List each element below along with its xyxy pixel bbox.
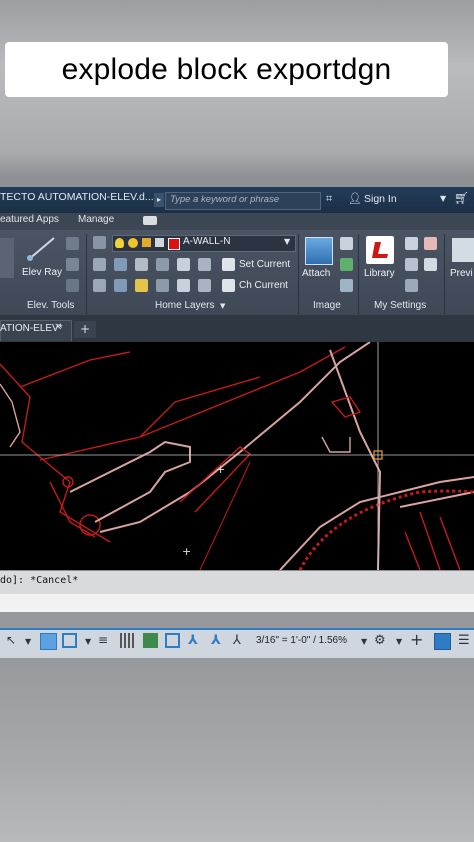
preview-icon[interactable] — [452, 238, 474, 262]
panel-toggle-icon[interactable] — [143, 216, 157, 225]
elev-ray-icon[interactable] — [24, 234, 60, 264]
svg-text:+: + — [182, 545, 191, 558]
search-placeholder: Type a keyword or phrase — [170, 194, 280, 205]
snap-icon[interactable]: ↖ — [6, 633, 21, 648]
search-input[interactable]: Type a keyword or phrase — [165, 192, 321, 210]
image-tool-icon[interactable] — [340, 258, 353, 271]
panel-divider — [86, 234, 87, 314]
annotation-visibility-icon[interactable]: ⅄ — [211, 633, 226, 648]
layer-tool-icon[interactable] — [156, 258, 169, 271]
layer-properties-icon[interactable] — [93, 236, 106, 249]
set-current-button[interactable]: Set Current — [239, 259, 290, 270]
caption-banner: explode block exportdgn — [5, 42, 448, 97]
my-settings-panel-label: My Settings — [374, 300, 427, 311]
preview-button[interactable]: Previ — [450, 268, 473, 279]
layer-tool-icon[interactable] — [93, 258, 106, 271]
plot-icon[interactable] — [155, 238, 164, 247]
panel-divider — [444, 234, 445, 314]
sun-icon[interactable] — [128, 238, 138, 248]
image-panel-label: Image — [313, 300, 341, 311]
library-button[interactable]: Library — [364, 268, 395, 279]
binoculars-icon[interactable]: ⌗ — [326, 192, 332, 206]
layer-tool-icon[interactable] — [156, 279, 169, 292]
settings-tool-icon[interactable] — [405, 258, 418, 271]
gear-icon[interactable]: ⚙ — [374, 633, 389, 648]
ui-lock-icon[interactable] — [434, 633, 451, 650]
layer-tool-icon[interactable] — [114, 258, 127, 271]
layer-tool-icon[interactable] — [114, 279, 127, 292]
elev-tools-panel-label: Elev. Tools — [27, 300, 75, 311]
new-tab-button[interactable]: + — [74, 321, 96, 338]
image-tool-icon[interactable] — [340, 279, 353, 292]
gear-icon[interactable] — [405, 237, 418, 250]
elev-tool-icon-2[interactable] — [66, 258, 79, 271]
command-input-area[interactable] — [0, 594, 474, 612]
chevron-down-icon[interactable]: ▼ — [396, 637, 411, 652]
image-tool-icon[interactable] — [340, 237, 353, 250]
ribbon-tab-bar — [0, 213, 474, 230]
elev-ray-label[interactable]: Elev Ray — [22, 267, 62, 278]
panel-divider — [298, 234, 299, 314]
object-snap-icon[interactable] — [62, 633, 77, 648]
settings-tool-icon[interactable] — [405, 279, 418, 292]
transparency-icon[interactable] — [120, 633, 135, 648]
close-icon[interactable]: ✕ — [54, 322, 62, 333]
layer-tool-icon[interactable] — [198, 279, 211, 292]
command-history-text: do]: *Cancel* — [0, 575, 79, 586]
tab-manage[interactable]: Manage — [78, 214, 114, 225]
chevron-down-icon[interactable]: ▼ — [440, 194, 446, 203]
settings-tool-icon[interactable] — [424, 258, 437, 271]
lock-icon[interactable] — [142, 238, 151, 247]
plus-icon[interactable]: + — [410, 630, 425, 649]
svg-text:+: + — [216, 463, 225, 476]
sign-in-button[interactable]: Sign In — [364, 193, 397, 205]
ch-current-button[interactable]: Ch Current — [239, 280, 288, 291]
autoscale-icon[interactable]: ⅄ — [233, 633, 248, 648]
layer-tool-icon[interactable] — [135, 279, 148, 292]
cart-icon[interactable]: 🛒︎ — [454, 191, 469, 205]
layer-tool-icon[interactable] — [93, 279, 106, 292]
ch-current-icon[interactable] — [222, 279, 235, 292]
layer-tool-icon[interactable] — [135, 258, 148, 271]
caption-text: explode block exportdgn — [61, 52, 392, 86]
panel-divider — [358, 234, 359, 314]
chevron-down-icon[interactable]: ▼ — [220, 302, 225, 310]
attach-button[interactable]: Attach — [302, 268, 330, 279]
window-title: TECTO AUTOMATION-ELEV.d... — [0, 191, 154, 203]
layer-tool-icon[interactable] — [198, 258, 211, 271]
user-icon[interactable]: 👤︎ — [348, 192, 362, 205]
layer-tool-icon[interactable] — [177, 279, 190, 292]
set-current-icon[interactable] — [222, 258, 235, 271]
tab-featured-apps[interactable]: eatured Apps — [0, 214, 59, 225]
chevron-down-icon[interactable]: ▼ — [284, 237, 290, 246]
ribbon-left-stub — [0, 238, 14, 278]
lineweight-icon[interactable]: ≡ — [98, 633, 113, 648]
layer-tool-icon[interactable] — [177, 258, 190, 271]
attach-image-icon[interactable] — [305, 237, 333, 265]
drawing-canvas[interactable]: + + — [0, 342, 474, 570]
annotation-scale[interactable]: 3/16" = 1'-0" / 1.56% — [256, 635, 347, 646]
home-layers-panel-label: Home Layers — [155, 300, 215, 311]
3d-osnap-icon[interactable] — [165, 633, 180, 648]
dynamic-ucs-icon[interactable]: ⅄ — [188, 633, 203, 648]
library-icon[interactable] — [366, 236, 394, 264]
elev-tool-icon-3[interactable] — [66, 279, 79, 292]
layer-name: A-WALL-N — [183, 236, 231, 247]
selection-cycling-icon[interactable] — [143, 633, 158, 648]
drawing-geometry: + + — [0, 342, 474, 570]
polar-tracking-icon[interactable] — [40, 633, 57, 650]
search-expand-button[interactable]: ▸ — [154, 193, 164, 207]
layer-color-swatch — [168, 238, 180, 250]
lightbulb-icon[interactable] — [115, 238, 124, 248]
chevron-down-icon[interactable]: ▼ — [25, 637, 40, 652]
elev-tool-icon-1[interactable] — [66, 237, 79, 250]
menu-icon[interactable]: ☰ — [458, 633, 473, 648]
settings-tool-icon[interactable] — [424, 237, 437, 250]
